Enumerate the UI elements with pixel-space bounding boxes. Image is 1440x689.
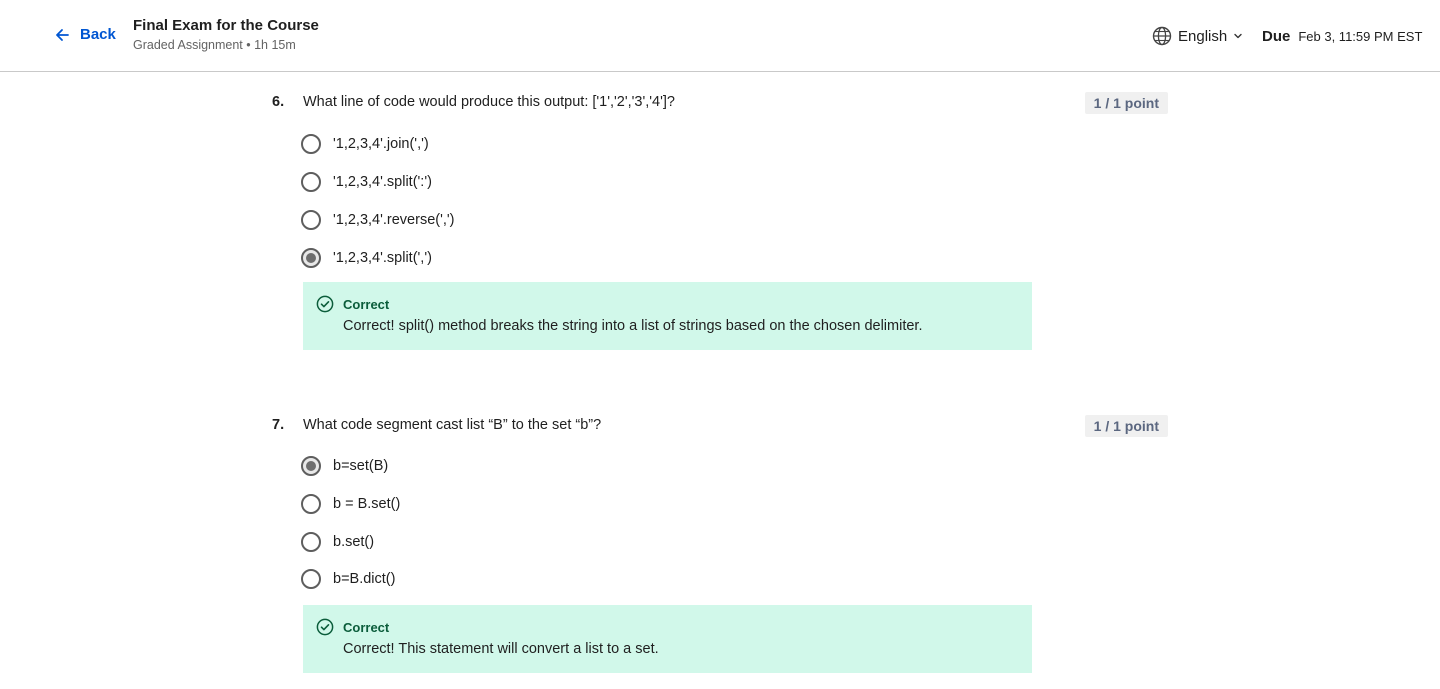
option-label: '1,2,3,4'.reverse(',') [333,212,455,228]
answer-option[interactable]: b = B.set() [301,494,400,514]
option-label: '1,2,3,4'.split(',') [333,250,432,266]
option-label: '1,2,3,4'.join(',') [333,136,429,152]
question-number: 7. [272,417,285,433]
back-button[interactable]: Back [54,26,116,43]
arrow-left-icon [56,28,69,41]
radio-button[interactable] [301,532,321,552]
assignment-title-block: Final Exam for the Course Graded Assignm… [133,17,319,52]
feedback-title: Correct [343,297,390,312]
answer-option[interactable]: '1,2,3,4'.split(',') [301,248,432,268]
points-badge: 1 / 1 point [1084,92,1168,114]
due-label: Due [1262,28,1291,45]
question-text: What code segment cast list “B” to the s… [303,417,602,433]
radio-button[interactable] [301,134,321,154]
feedback-title: Correct [343,620,390,635]
globe-icon [1152,26,1172,46]
radio-button-selected[interactable] [301,248,321,268]
radio-button[interactable] [301,210,321,230]
top-bar: Back Final Exam for the Course Graded As… [0,0,1440,72]
radio-button[interactable] [301,494,321,514]
due-date: Due Feb 3, 11:59 PM EST [1262,28,1422,45]
question-number: 6. [272,94,285,110]
assignment-subtitle: Graded Assignment • 1h 15m [133,38,296,52]
page-title: Final Exam for the Course [133,17,319,34]
language-label: English [1178,27,1228,45]
feedback-text: Correct! split() method breaks the strin… [343,318,923,334]
radio-button[interactable] [301,569,321,589]
chevron-down-icon [1234,33,1242,39]
language-selector[interactable]: English [1152,26,1243,46]
answer-option[interactable]: b=set(B) [301,456,388,476]
feedback-box: Correct Correct! This statement will con… [303,605,1032,673]
option-label: b.set() [333,534,375,550]
answer-option[interactable]: b.set() [301,532,374,552]
feedback-text: Correct! This statement will convert a l… [343,641,659,657]
answer-option[interactable]: '1,2,3,4'.join(',') [301,134,429,154]
option-label: '1,2,3,4'.split(':') [333,174,432,190]
question-6: 6. What line of code would produce this … [272,92,1168,350]
answer-option[interactable]: b=B.dict() [301,569,395,589]
due-value: Feb 3, 11:59 PM EST [1298,29,1423,44]
option-label: b=set(B) [333,458,389,474]
back-label: Back [80,26,116,43]
answer-option[interactable]: '1,2,3,4'.reverse(',') [301,210,454,230]
question-text: What line of code would produce this out… [303,94,675,110]
option-label: b = B.set() [333,496,401,512]
check-circle-icon [316,618,334,636]
radio-button[interactable] [301,172,321,192]
answer-option[interactable]: '1,2,3,4'.split(':') [301,172,432,192]
option-label: b=B.dict() [333,571,396,587]
question-7: 7. What code segment cast list “B” to th… [272,415,1168,673]
points-badge: 1 / 1 point [1084,415,1168,437]
check-circle-icon [316,295,334,313]
radio-button-selected[interactable] [301,456,321,476]
feedback-box: Correct Correct! split() method breaks t… [303,282,1032,350]
